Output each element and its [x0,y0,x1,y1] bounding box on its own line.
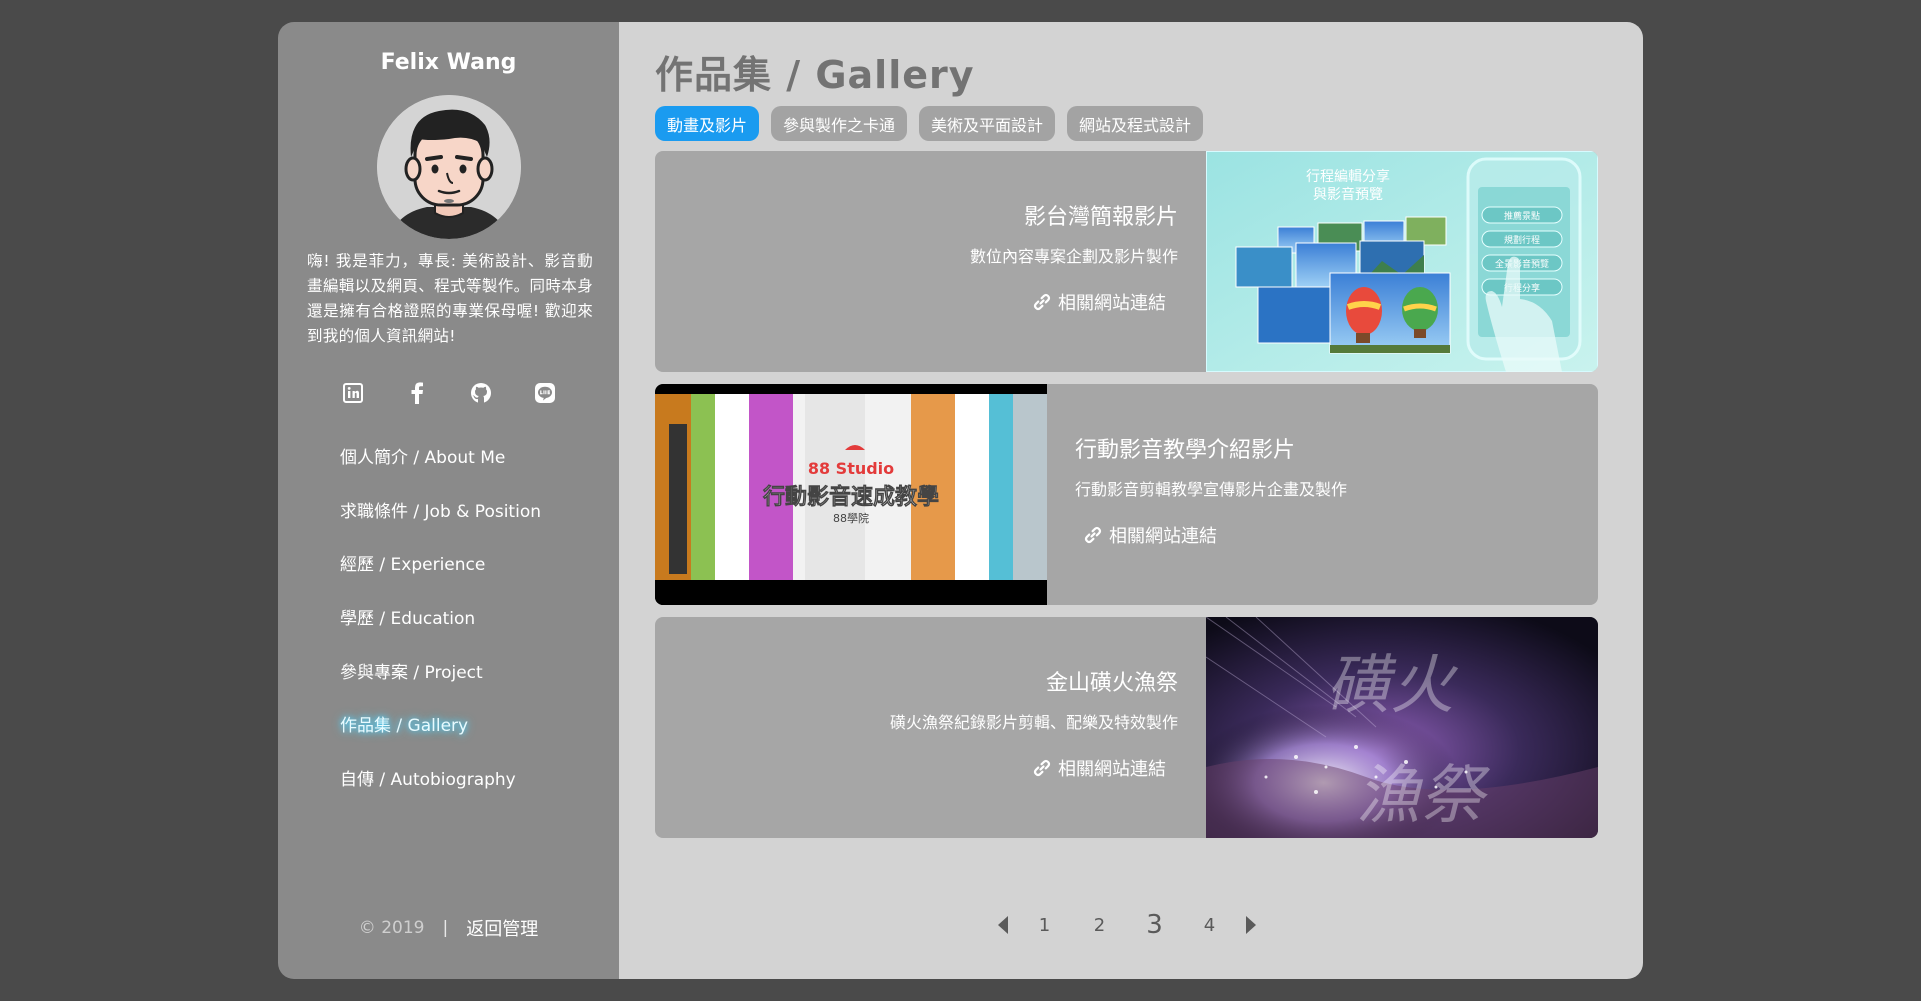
sidebar-nav: 個人簡介 / About Me 求職條件 / Job & Position 經歷… [340,432,541,808]
nav-item-autobiography[interactable]: 自傳 / Autobiography [340,754,541,808]
gallery-card: 金山磺火漁祭 磺火漁祭紀錄影片剪輯、配樂及特效製作 相關網站連結 磺火 漁祭 [655,617,1598,838]
card-link[interactable]: 相關網站連結 [1032,755,1166,781]
page-link-1[interactable]: 1 [1017,915,1072,936]
image-text: 磺火 [1326,649,1459,723]
image-text: 推薦景點 [1504,210,1540,222]
gallery-card: 影台灣簡報影片 數位內容專案企劃及影片製作 相關網站連結 推薦景點 規劃行程 全… [655,151,1598,372]
nav-item-gallery[interactable]: 作品集 / Gallery [340,700,541,754]
image-text: 行動影音速成教學 [762,484,939,510]
sidebar: Felix Wang 嗨! 我是菲力，專長: 美術設計、影音動畫編輯以及網頁、程… [278,22,619,979]
tab-web-programming[interactable]: 網站及程式設計 [1067,106,1204,141]
card-description: 磺火漁祭紀錄影片剪輯、配樂及特效製作 [889,713,1178,732]
facebook-icon[interactable] [406,382,428,404]
avatar-illustration [377,95,521,239]
image-text: 全景影音預覽 [1495,258,1549,270]
pagination: 1 2 3 4 [989,910,1265,940]
card-description: 數位內容專案企劃及影片製作 [969,247,1178,266]
page-title: 作品集 / Gallery [655,53,975,97]
link-icon [1033,759,1051,777]
social-links [278,382,619,404]
image-text: 漁祭 [1356,759,1491,833]
card-thumbnail[interactable]: 推薦景點 規劃行程 全景影音預覽 行程分享 行程編輯分享 與影音預覽 [1206,151,1598,372]
card-link-label: 相關網站連結 [1058,759,1166,780]
page-link-3-current[interactable]: 3 [1127,910,1182,940]
link-icon [1084,526,1102,544]
bio-text: 嗨! 我是菲力，專長: 美術設計、影音動畫編輯以及網頁、程式等製作。同時本身還是… [307,252,593,345]
page-link-4[interactable]: 4 [1182,915,1237,936]
card-title: 行動影音教學介紹影片 [1075,438,1296,463]
linkedin-icon[interactable] [342,382,364,404]
card-thumbnail[interactable]: 磺火 漁祭 [1206,617,1598,838]
link-icon [1033,293,1051,311]
nav-item-project[interactable]: 參與專案 / Project [340,647,541,701]
line-icon[interactable] [534,382,556,404]
prev-page-button[interactable] [989,915,1017,935]
nav-item-education[interactable]: 學歷 / Education [340,593,541,647]
tab-art-graphic[interactable]: 美術及平面設計 [919,106,1056,141]
image-text: 88學院 [833,511,869,525]
app-frame: Felix Wang 嗨! 我是菲力，專長: 美術設計、影音動畫編輯以及網頁、程… [278,22,1643,979]
card-link[interactable]: 相關網站連結 [1083,522,1217,548]
mobile-video-teaching-image: 88 Studio 行動影音速成教學 88學院 [655,384,1047,605]
copyright-text: © 2019 [358,918,425,938]
caret-right-icon [1246,916,1256,934]
card-text: 金山磺火漁祭 磺火漁祭紀錄影片剪輯、配樂及特效製作 相關網站連結 [655,617,1198,838]
github-icon[interactable] [470,382,492,404]
nav-item-job-position[interactable]: 求職條件 / Job & Position [340,486,541,540]
main-content: 作品集 / Gallery 動畫及影片 參與製作之卡通 美術及平面設計 網站及程… [619,22,1643,979]
page-link-2[interactable]: 2 [1072,915,1127,936]
profile-name: Felix Wang [380,50,517,75]
card-description: 行動影音剪輯教學宣傳影片企畫及製作 [1075,480,1348,499]
tab-cartoon[interactable]: 參與製作之卡通 [771,106,908,141]
next-page-button[interactable] [1237,915,1265,935]
tab-animation-video[interactable]: 動畫及影片 [655,106,760,141]
gallery-card: 88 Studio 行動影音速成教學 88學院 行動影音教學介紹影片 行動影音剪… [655,384,1598,605]
back-to-admin-link[interactable]: 返回管理 [466,915,538,941]
image-text: 行程編輯分享 [1306,168,1390,185]
taiwan-app-image: 推薦景點 規劃行程 全景影音預覽 行程分享 行程編輯分享 與影音預覽 [1206,151,1598,372]
card-thumbnail[interactable]: 88 Studio 行動影音速成教學 88學院 [655,384,1047,605]
image-text: 88 Studio [808,459,894,478]
gallery-list: 影台灣簡報影片 數位內容專案企劃及影片製作 相關網站連結 推薦景點 規劃行程 全… [655,151,1598,850]
footer-separator: | [442,918,449,938]
image-text: 規劃行程 [1504,234,1540,246]
sidebar-footer: © 2019 | 返回管理 [278,915,619,941]
image-text: 與影音預覽 [1313,186,1383,203]
avatar [377,95,521,239]
card-link-label: 相關網站連結 [1058,293,1166,314]
nav-item-experience[interactable]: 經歷 / Experience [340,539,541,593]
card-title: 影台灣簡報影片 [1023,205,1178,230]
card-link[interactable]: 相關網站連結 [1032,289,1166,315]
gallery-tabs: 動畫及影片 參與製作之卡通 美術及平面設計 網站及程式設計 [655,106,1204,141]
card-link-label: 相關網站連結 [1109,526,1217,547]
sulfur-fire-fishing-image: 磺火 漁祭 [1206,617,1598,838]
card-text: 影台灣簡報影片 數位內容專案企劃及影片製作 相關網站連結 [655,151,1198,372]
nav-item-about[interactable]: 個人簡介 / About Me [340,432,541,486]
card-text: 行動影音教學介紹影片 行動影音剪輯教學宣傳影片企畫及製作 相關網站連結 [1055,384,1598,605]
card-title: 金山磺火漁祭 [1045,671,1178,696]
caret-left-icon [998,916,1008,934]
